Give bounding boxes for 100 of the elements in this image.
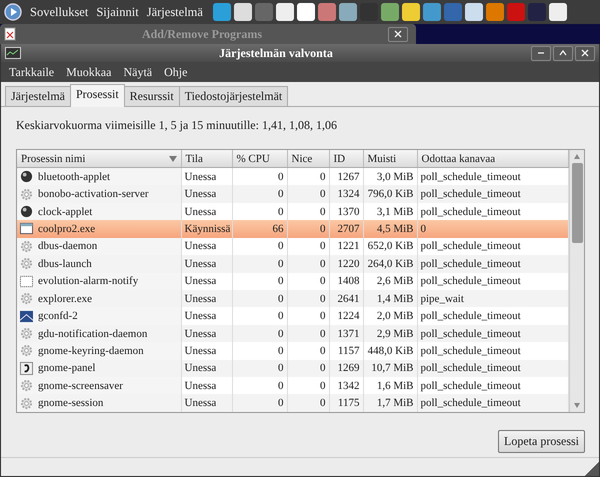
menu-item[interactable]: Ohje (164, 64, 188, 80)
column-header[interactable]: Nice (287, 150, 329, 168)
column-header[interactable]: % CPU (232, 150, 287, 168)
table-cell: 0 (232, 185, 287, 203)
table-cell: 1371 (329, 324, 363, 342)
scrollbar[interactable] (569, 150, 584, 412)
document-icon (4, 27, 16, 41)
column-header[interactable]: Odottaa kanavaa (417, 150, 569, 168)
table-cell: 1220 (329, 255, 363, 273)
window-title: Add/Remove Programs (140, 26, 264, 42)
table-cell: 1324 (329, 185, 363, 203)
table-cell: 1269 (329, 360, 363, 378)
tab[interactable]: Prosessit (70, 84, 125, 107)
table-cell: 0 (287, 290, 329, 308)
close-button[interactable] (388, 26, 408, 42)
table-cell: 0 (232, 290, 287, 308)
process-row[interactable]: gconfd-2 Unessa 0 0 1224 2,0 MiB poll_schedule_timeout (17, 307, 569, 325)
process-row[interactable]: gnome-keyring-daemon Unessa 0 0 1157 448,0 KiB poll_schedule_timeout (17, 342, 569, 360)
menu-item[interactable]: Näytä (123, 64, 152, 80)
table-cell: 4,5 MiB (363, 220, 417, 238)
gear-icon (20, 257, 33, 270)
table-cell: bluetooth-applet (17, 168, 181, 186)
gear-icon (20, 240, 33, 253)
table-cell: gdu-notification-daemon (17, 324, 181, 342)
table-cell: Unessa (181, 185, 232, 203)
launcher-icon[interactable] (296, 3, 315, 21)
table-cell: gnome-session (17, 394, 181, 412)
launcher-icon[interactable] (464, 3, 483, 21)
logo-icon[interactable] (4, 3, 22, 21)
maximize-button[interactable] (553, 46, 573, 60)
process-row[interactable]: dbus-launch Unessa 0 0 1220 264,0 KiB poll_schedule_timeout (17, 255, 569, 273)
table-cell: 1,4 MiB (363, 290, 417, 308)
menu-item[interactable]: Tarkkaile (9, 64, 54, 80)
launcher-icon[interactable] (548, 3, 567, 21)
table-cell: gnome-panel (17, 360, 181, 378)
tab[interactable]: Tiedostojärjestelmät (178, 86, 288, 106)
picture-icon (20, 310, 33, 323)
table-cell: 0 (232, 360, 287, 378)
tab[interactable]: Resurssit (124, 86, 180, 106)
table-cell: poll_schedule_timeout (417, 394, 569, 412)
tab[interactable]: Järjestelmä (5, 86, 71, 106)
table-cell: 0 (417, 220, 569, 238)
gear-icon (20, 379, 33, 392)
launcher-icon[interactable] (402, 3, 420, 21)
table-cell: dbus-launch (17, 255, 181, 273)
panel-menu[interactable]: Sovellukset (30, 4, 88, 20)
table-cell: Unessa (181, 324, 232, 342)
column-header[interactable]: Tila (181, 150, 232, 168)
table-cell: 0 (287, 255, 329, 273)
ball-icon (20, 170, 33, 184)
table-cell: Unessa (181, 290, 232, 308)
launcher-icon[interactable] (234, 3, 252, 21)
panel-menu[interactable]: Sijainnit (96, 4, 139, 20)
launcher-icon[interactable] (338, 3, 357, 21)
end-process-button[interactable]: Lopeta prosessi (498, 430, 585, 453)
close-icon (394, 30, 402, 38)
ball-icon (20, 205, 33, 218)
process-row[interactable]: explorer.exe Unessa 0 0 2641 1,4 MiB pipe_wait (17, 290, 569, 308)
table-cell: clock-applet (17, 202, 181, 220)
table-cell: evolution-alarm-notify (17, 272, 181, 290)
table-cell: pipe_wait (417, 290, 569, 308)
window-title: Järjestelmän valvonta (218, 46, 334, 60)
table-cell: 2,9 MiB (363, 324, 417, 342)
table-cell: 10,7 MiB (363, 360, 417, 378)
gear-icon (20, 327, 33, 340)
table-cell: dbus-daemon (17, 238, 181, 256)
process-row[interactable]: evolution-alarm-notify Unessa 0 0 1408 2,6 MiB poll_schedule_timeout (17, 272, 569, 290)
launcher-icon[interactable] (276, 3, 294, 21)
table-cell: poll_schedule_timeout (417, 324, 569, 342)
table-cell: 0 (287, 324, 329, 342)
process-row[interactable]: gnome-session Unessa 0 0 1175 1,7 MiB poll_schedule_timeout (17, 394, 569, 412)
process-row[interactable]: gdu-notification-daemon Unessa 0 0 1371 2,9 MiB poll_schedule_timeout (17, 324, 569, 342)
load-average-text: Keskiarvokuorma viimeisille 1, 5 ja 15 minuutille: 1,41, 1,08, 1,06 (16, 118, 338, 133)
column-header[interactable]: Prosessin nimi (17, 150, 181, 168)
table-cell: 2707 (329, 220, 363, 238)
table-cell: poll_schedule_timeout (417, 255, 569, 273)
table-cell: 1,7 MiB (363, 394, 417, 412)
column-header[interactable]: Muisti (363, 150, 417, 168)
close-button[interactable] (575, 46, 595, 60)
table-cell: 0 (232, 394, 287, 412)
dotted-frame-icon (20, 274, 33, 288)
table-cell: Unessa (181, 394, 232, 412)
column-header[interactable]: ID (329, 150, 363, 168)
scrollbar-thumb[interactable] (572, 163, 583, 243)
process-row[interactable]: coolpro2.exe Käynnissä 66 0 2707 4,5 MiB 0 (17, 220, 569, 238)
table-cell: 264,0 KiB (363, 255, 417, 273)
table-cell: 66 (232, 220, 287, 238)
close-icon (581, 49, 589, 57)
table-cell: gnome-screensaver (17, 377, 181, 394)
process-row[interactable]: gnome-panel Unessa 0 0 1269 10,7 MiB poll_schedule_timeout (17, 360, 569, 378)
maximize-icon (559, 49, 567, 57)
gear-icon (20, 344, 33, 358)
gear-icon (20, 292, 33, 306)
process-row[interactable]: bonobo-activation-server Unessa 0 0 1324 796,0 KiB poll_schedule_timeout (17, 185, 569, 203)
window-icon (20, 222, 33, 236)
menu-item[interactable]: Muokkaa (66, 64, 112, 80)
gear-icon (20, 188, 33, 201)
table-cell: 0 (232, 255, 287, 273)
panel-menu[interactable]: Järjestelmä (146, 4, 203, 20)
table-cell: Unessa (181, 255, 232, 273)
